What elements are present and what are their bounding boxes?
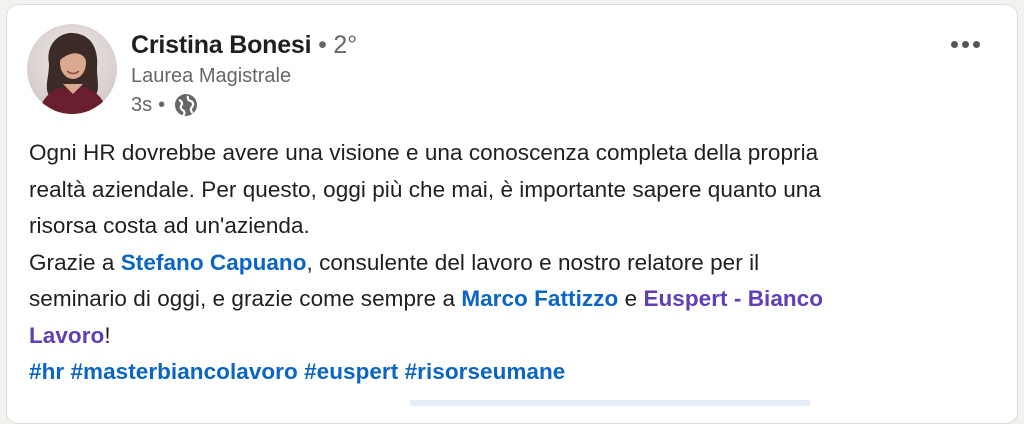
more-options-button[interactable] — [941, 29, 989, 59]
post-card: Cristina Bonesi • 2° Laurea Magistrale 3… — [6, 4, 1018, 424]
mention-euspert-bianco-lavoro-cont[interactable]: Lavoro — [29, 323, 104, 348]
ellipsis-icon — [950, 40, 958, 48]
body-line: risorsa costa ad un'azienda. — [29, 213, 310, 238]
hashtag-risorseumane[interactable]: #risorseumane — [405, 359, 566, 384]
mention-euspert-bianco-lavoro[interactable]: Euspert - Bianco — [643, 286, 823, 311]
body-text: ! — [104, 322, 111, 348]
body-line: seminario di oggi, e grazie come sempre … — [29, 281, 1009, 318]
avatar[interactable] — [27, 24, 117, 114]
author-name[interactable]: Cristina Bonesi — [131, 31, 312, 59]
body-text: seminario di oggi, e grazie come sempre … — [29, 286, 462, 311]
globe-icon — [173, 92, 199, 118]
body-line: Ogni HR dovrebbe avere una visione e una… — [29, 140, 819, 165]
hashtag-euspert[interactable]: #euspert — [304, 359, 398, 384]
mention-stefano-capuano[interactable]: Stefano Capuano — [121, 250, 307, 275]
connection-degree: • 2° — [311, 31, 357, 59]
post-meta: 3s • — [131, 92, 199, 118]
body-line: realtà aziendale. Per questo, oggi più c… — [29, 176, 821, 202]
avatar-photo — [27, 24, 117, 114]
mention-marco-fattizzo[interactable]: Marco Fattizzo — [461, 286, 618, 311]
hashtag-line: #hr #masterbiancolavoro #euspert #risors… — [29, 354, 1009, 391]
hashtag-masterbiancolavoro[interactable]: #masterbiancolavoro — [70, 359, 297, 384]
body-text: Grazie a — [29, 249, 121, 275]
body-line: Grazie a Stefano Capuano, consulente del… — [29, 245, 1009, 282]
body-text: e — [618, 286, 644, 311]
hashtag-hr[interactable]: #hr — [29, 359, 64, 384]
meta-separator: • — [158, 93, 166, 116]
post-body: Ogni HR dovrebbe avere una visione e una… — [29, 135, 1009, 391]
author-name-row[interactable]: Cristina Bonesi • 2° — [131, 31, 357, 60]
post-time: 3s — [131, 93, 153, 116]
body-text: , consulente del lavoro e nostro relator… — [306, 249, 760, 275]
author-headline: Laurea Magistrale — [131, 65, 292, 87]
divider — [410, 400, 810, 406]
body-line: Lavoro! — [29, 318, 1009, 355]
